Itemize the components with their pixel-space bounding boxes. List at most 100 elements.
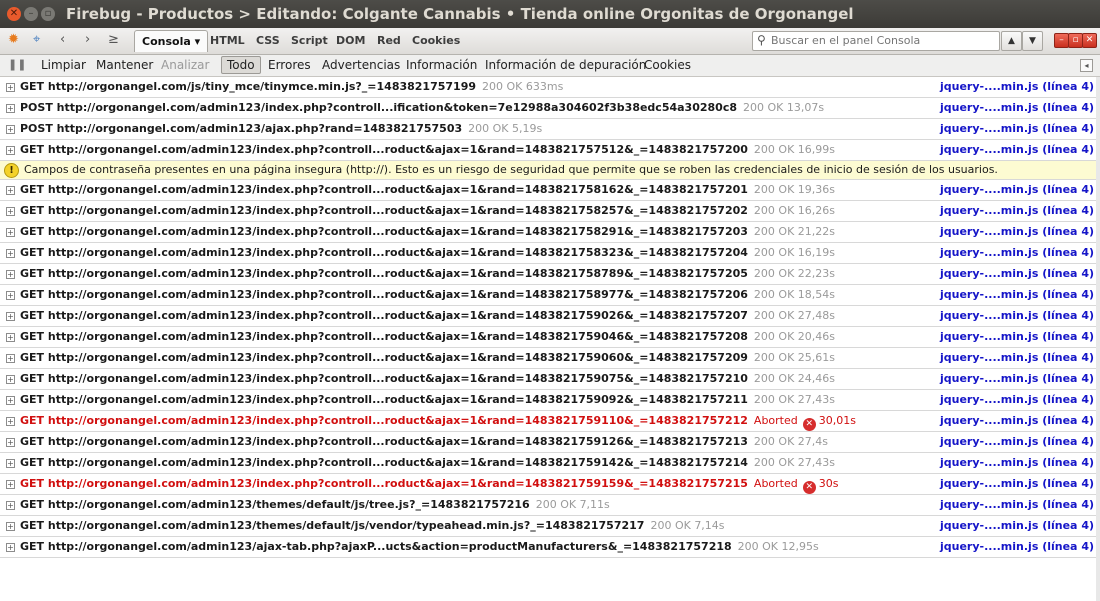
tab-css[interactable]: CSS: [256, 34, 280, 47]
source-link[interactable]: jquery-....min.js (línea 4): [940, 309, 1094, 322]
close-firebug-button[interactable]: ✕: [1082, 33, 1097, 48]
source-link[interactable]: jquery-....min.js (línea 4): [940, 143, 1094, 156]
collapse-icon[interactable]: ◂: [1080, 59, 1093, 72]
source-link[interactable]: jquery-....min.js (línea 4): [940, 330, 1094, 343]
source-link[interactable]: jquery-....min.js (línea 4): [940, 435, 1094, 448]
source-link[interactable]: jquery-....min.js (línea 4): [940, 456, 1094, 469]
source-link[interactable]: jquery-....min.js (línea 4): [940, 372, 1094, 385]
expand-icon[interactable]: +: [6, 228, 15, 237]
pause-icon[interactable]: ❚❚: [8, 58, 26, 71]
tab-script[interactable]: Script: [291, 34, 328, 47]
request-url[interactable]: GET http://orgonangel.com/admin123/theme…: [20, 498, 530, 511]
log-row[interactable]: + GET http://orgonangel.com/admin123/inde…: [0, 201, 1100, 222]
source-link[interactable]: jquery-....min.js (línea 4): [940, 246, 1094, 259]
source-link[interactable]: jquery-....min.js (línea 4): [940, 101, 1094, 114]
analyze-button[interactable]: Analizar: [161, 58, 209, 72]
expand-icon[interactable]: +: [6, 291, 15, 300]
log-row[interactable]: + GET http://orgonangel.com/admin123/inde…: [0, 140, 1100, 161]
request-url[interactable]: GET http://orgonangel.com/admin123/index…: [20, 267, 748, 280]
expand-icon[interactable]: +: [6, 333, 15, 342]
command-line-icon[interactable]: ≥: [108, 32, 119, 48]
request-url[interactable]: GET http://orgonangel.com/admin123/index…: [20, 204, 748, 217]
expand-icon[interactable]: +: [6, 207, 15, 216]
request-url[interactable]: GET http://orgonangel.com/admin123/index…: [20, 225, 748, 238]
source-link[interactable]: jquery-....min.js (línea 4): [940, 477, 1094, 490]
expand-icon[interactable]: +: [6, 459, 15, 468]
log-row[interactable]: + GET http://orgonangel.com/admin123/inde…: [0, 285, 1100, 306]
request-url[interactable]: GET http://orgonangel.com/admin123/index…: [20, 309, 748, 322]
filter-errors-button[interactable]: Errores: [268, 58, 311, 72]
request-url[interactable]: POST http://orgonangel.com/admin123/ajax…: [20, 122, 462, 135]
expand-icon[interactable]: +: [6, 270, 15, 279]
expand-icon[interactable]: +: [6, 480, 15, 489]
request-url[interactable]: GET http://orgonangel.com/admin123/index…: [20, 330, 748, 343]
log-row[interactable]: + GET http://orgonangel.com/admin123/inde…: [0, 369, 1100, 390]
detach-firebug-button[interactable]: ▫: [1068, 33, 1083, 48]
expand-icon[interactable]: +: [6, 125, 15, 134]
window-minimize-button[interactable]: –: [24, 7, 38, 21]
expand-icon[interactable]: +: [6, 186, 15, 195]
expand-icon[interactable]: +: [6, 417, 15, 426]
source-link[interactable]: jquery-....min.js (línea 4): [940, 122, 1094, 135]
forward-icon[interactable]: ›: [85, 32, 90, 48]
request-url[interactable]: GET http://orgonangel.com/admin123/index…: [20, 288, 748, 301]
request-url[interactable]: GET http://orgonangel.com/admin123/index…: [20, 372, 748, 385]
source-link[interactable]: jquery-....min.js (línea 4): [940, 204, 1094, 217]
request-url[interactable]: GET http://orgonangel.com/admin123/index…: [20, 183, 748, 196]
log-row[interactable]: + GET http://orgonangel.com/admin123/them…: [0, 495, 1100, 516]
expand-icon[interactable]: +: [6, 396, 15, 405]
tab-dom[interactable]: DOM: [336, 34, 365, 47]
expand-icon[interactable]: +: [6, 312, 15, 321]
filter-warnings-button[interactable]: Advertencias: [322, 58, 400, 72]
log-row[interactable]: + GET http://orgonangel.com/admin123/inde…: [0, 432, 1100, 453]
request-url[interactable]: POST http://orgonangel.com/admin123/inde…: [20, 101, 737, 114]
log-row[interactable]: + GET http://orgonangel.com/admin123/inde…: [0, 348, 1100, 369]
tab-net[interactable]: Red: [377, 34, 401, 47]
log-row[interactable]: + GET http://orgonangel.com/admin123/inde…: [0, 180, 1100, 201]
inspect-element-icon[interactable]: ⌖: [33, 32, 40, 48]
log-row[interactable]: + GET http://orgonangel.com/admin123/inde…: [0, 306, 1100, 327]
request-url[interactable]: GET http://orgonangel.com/admin123/index…: [20, 435, 748, 448]
expand-icon[interactable]: +: [6, 354, 15, 363]
log-row[interactable]: + GET http://orgonangel.com/admin123/inde…: [0, 453, 1100, 474]
log-row[interactable]: + GET http://orgonangel.com/admin123/inde…: [0, 474, 1100, 495]
log-row[interactable]: + GET http://orgonangel.com/admin123/inde…: [0, 222, 1100, 243]
log-row[interactable]: + GET http://orgonangel.com/admin123/ajax…: [0, 537, 1100, 558]
minimize-firebug-button[interactable]: –: [1054, 33, 1069, 48]
source-link[interactable]: jquery-....min.js (línea 4): [940, 498, 1094, 511]
log-row[interactable]: + GET http://orgonangel.com/js/tiny_mce/t…: [0, 77, 1100, 98]
source-link[interactable]: jquery-....min.js (línea 4): [940, 225, 1094, 238]
log-row[interactable]: + GET http://orgonangel.com/admin123/inde…: [0, 264, 1100, 285]
search-next-button[interactable]: ▼: [1022, 31, 1043, 51]
request-url[interactable]: GET http://orgonangel.com/admin123/index…: [20, 477, 748, 490]
expand-icon[interactable]: +: [6, 543, 15, 552]
expand-icon[interactable]: +: [6, 438, 15, 447]
window-maximize-button[interactable]: ▫: [41, 7, 55, 21]
source-link[interactable]: jquery-....min.js (línea 4): [940, 414, 1094, 427]
expand-icon[interactable]: +: [6, 146, 15, 155]
filter-all-button[interactable]: Todo: [221, 56, 261, 74]
source-link[interactable]: jquery-....min.js (línea 4): [940, 519, 1094, 532]
expand-icon[interactable]: +: [6, 83, 15, 92]
scrollbar[interactable]: [1096, 77, 1100, 601]
expand-icon[interactable]: +: [6, 501, 15, 510]
filter-debug-button[interactable]: Información de depuración: [485, 58, 646, 72]
request-url[interactable]: GET http://orgonangel.com/admin123/index…: [20, 246, 748, 259]
request-url[interactable]: GET http://orgonangel.com/admin123/index…: [20, 393, 748, 406]
request-url[interactable]: GET http://orgonangel.com/admin123/ajax-…: [20, 540, 732, 553]
log-row[interactable]: + POST http://orgonangel.com/admin123/ind…: [0, 98, 1100, 119]
log-row[interactable]: + GET http://orgonangel.com/admin123/inde…: [0, 327, 1100, 348]
source-link[interactable]: jquery-....min.js (línea 4): [940, 80, 1094, 93]
log-row[interactable]: + GET http://orgonangel.com/admin123/them…: [0, 516, 1100, 537]
source-link[interactable]: jquery-....min.js (línea 4): [940, 351, 1094, 364]
expand-icon[interactable]: +: [6, 249, 15, 258]
log-row[interactable]: + GET http://orgonangel.com/admin123/inde…: [0, 411, 1100, 432]
expand-icon[interactable]: +: [6, 522, 15, 531]
request-url[interactable]: GET http://orgonangel.com/admin123/index…: [20, 456, 748, 469]
search-input[interactable]: [771, 33, 993, 48]
source-link[interactable]: jquery-....min.js (línea 4): [940, 393, 1094, 406]
request-url[interactable]: GET http://orgonangel.com/admin123/theme…: [20, 519, 644, 532]
tab-console[interactable]: Consola ▾: [134, 30, 209, 52]
expand-icon[interactable]: +: [6, 375, 15, 384]
log-row[interactable]: + GET http://orgonangel.com/admin123/inde…: [0, 243, 1100, 264]
